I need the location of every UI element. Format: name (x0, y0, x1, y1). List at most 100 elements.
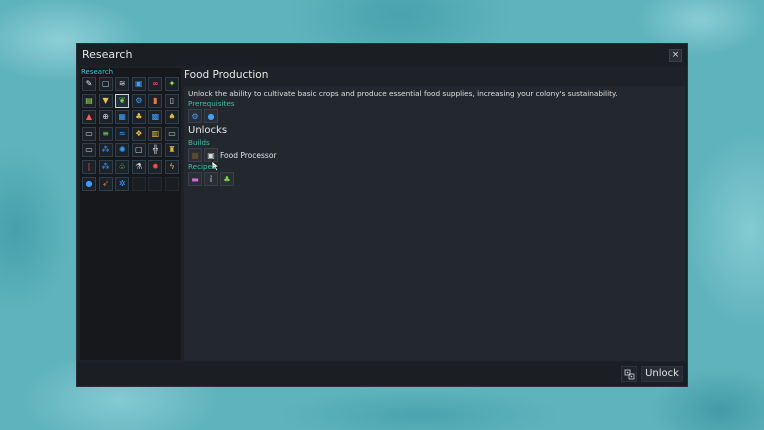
research-node[interactable]: ✲ (115, 176, 130, 191)
research-node[interactable]: ⊕ (98, 110, 113, 125)
computer-icon: ▭ (85, 128, 93, 138)
plant-icon: ❦ (118, 95, 126, 105)
research-node[interactable]: ⁂ (98, 143, 113, 158)
research-node[interactable]: ╬ (148, 143, 163, 158)
research-node[interactable]: ⁂ (98, 159, 113, 174)
research-node[interactable]: ▥ (148, 126, 163, 141)
research-node[interactable]: ▩ (148, 110, 163, 125)
prerequisites-list: ⚙ ● (188, 109, 218, 123)
panel-icon: ▥ (151, 128, 160, 138)
recipe-item[interactable]: ♣ (220, 172, 234, 186)
research-node[interactable]: ▮ (148, 93, 163, 108)
research-node[interactable]: ∞ (148, 77, 163, 91)
recipe-item[interactable]: ỉ (204, 172, 218, 186)
circuit-icon: ▤ (85, 95, 93, 105)
research-node[interactable]: ⚗ (131, 159, 146, 174)
detail-body: Unlock the ability to cultivate basic cr… (184, 86, 685, 361)
crate-icon: ■ (191, 150, 199, 160)
research-node[interactable]: ❦ (115, 93, 130, 108)
wave-icon: ≈ (118, 128, 126, 138)
molecule-icon: ⁂ (101, 145, 110, 155)
research-node[interactable]: ϟ (164, 159, 179, 174)
ration-icon: ▬ (191, 174, 199, 184)
chip-icon: ▦ (118, 112, 126, 122)
prerequisites-label: Prerequisites (188, 99, 235, 108)
research-node[interactable]: ✺ (115, 143, 130, 158)
funnel-icon: ▼ (102, 95, 109, 105)
cog-icon: ✲ (118, 178, 126, 188)
prerequisite-item[interactable]: ● (204, 109, 218, 123)
research-node[interactable]: ▭ (82, 143, 96, 158)
unlocks-heading: Unlocks (188, 125, 228, 136)
dropper-icon: ✎ (85, 79, 93, 88)
research-node[interactable]: ❘ (82, 159, 96, 174)
research-node[interactable]: ▤ (82, 93, 96, 108)
gear-icon: ⚙ (191, 111, 199, 121)
build-name: Food Processor (220, 151, 277, 160)
lightning-icon: ϟ (169, 161, 175, 171)
fire-icon: ✹ (152, 161, 159, 171)
link-icon: ∞ (152, 79, 159, 88)
window-icon: ▢ (135, 145, 143, 155)
research-node[interactable]: ▢ (131, 143, 146, 158)
research-node[interactable]: ♣ (131, 110, 146, 125)
globe-icon: ⊕ (102, 112, 109, 122)
tube-icon: ▮ (153, 95, 158, 105)
research-node[interactable]: ⚙ (131, 93, 146, 108)
recipe-item[interactable]: ▬ (188, 172, 202, 186)
drop-icon: ● (207, 111, 215, 121)
herb-icon: ♣ (223, 174, 231, 184)
seed-icon: ✦ (168, 79, 176, 88)
board-icon: ▣ (135, 79, 143, 88)
research-node[interactable]: ✦ (164, 77, 179, 91)
monitor-icon: ▢ (101, 79, 110, 88)
rocket-icon: ➶ (102, 178, 109, 188)
research-node[interactable]: ♠ (164, 110, 179, 125)
close-button[interactable]: × (669, 49, 682, 62)
research-node[interactable]: ✹ (148, 159, 163, 174)
tower-icon: ♜ (168, 145, 176, 155)
research-node[interactable]: ▦ (115, 110, 130, 125)
research-node[interactable]: ▲ (82, 110, 96, 125)
detail-panel: Food Production Unlock the ability to cu… (183, 66, 685, 362)
builds-label: Builds (188, 138, 210, 147)
build-item[interactable]: ■ (188, 148, 202, 162)
research-node[interactable]: ● (82, 176, 96, 191)
empty-slot (148, 176, 163, 191)
conveyor-icon: ≡ (102, 128, 109, 138)
research-node[interactable]: ▭ (164, 126, 179, 141)
research-description: Unlock the ability to cultivate basic cr… (188, 89, 618, 98)
bottle-icon: ▯ (169, 95, 175, 105)
processor-icon: ▣ (207, 150, 215, 160)
empty-slot (164, 176, 179, 191)
research-node[interactable]: ❖ (131, 126, 146, 141)
research-node[interactable]: ≡ (98, 126, 113, 141)
bolt-icon: ♠ (168, 112, 176, 122)
beaker-icon: ⚗ (135, 161, 143, 171)
title-bar: Research × (77, 44, 687, 66)
pipes-icon: ╬ (152, 145, 158, 155)
gear-icon: ⚙ (135, 95, 143, 105)
research-node[interactable]: ▣ (131, 77, 146, 91)
empty-slot (131, 176, 146, 191)
research-node[interactable]: ≈ (115, 126, 130, 141)
unlock-button[interactable]: Unlock (641, 366, 683, 382)
prerequisite-item[interactable]: ⚙ (188, 109, 202, 123)
terminal-icon: ▭ (85, 145, 93, 155)
research-node[interactable]: ✎ (82, 77, 96, 91)
drop-icon: ● (85, 178, 93, 188)
research-node[interactable]: ♧ (115, 159, 130, 174)
grid-icon: ▩ (151, 112, 160, 122)
research-node[interactable]: ▼ (98, 93, 113, 108)
cluster-icon: ❖ (135, 128, 143, 138)
research-node[interactable]: ♜ (164, 143, 179, 158)
research-node[interactable]: ≋ (115, 77, 130, 91)
dice-button[interactable] (621, 366, 637, 382)
beam-icon: ❘ (85, 161, 93, 171)
research-node[interactable]: ▢ (98, 77, 113, 91)
vial-icon: ỉ (209, 174, 213, 184)
atom-icon: ✺ (118, 145, 126, 155)
research-node[interactable]: ▭ (82, 126, 96, 141)
research-node[interactable]: ▯ (164, 93, 179, 108)
research-node[interactable]: ➶ (98, 176, 113, 191)
